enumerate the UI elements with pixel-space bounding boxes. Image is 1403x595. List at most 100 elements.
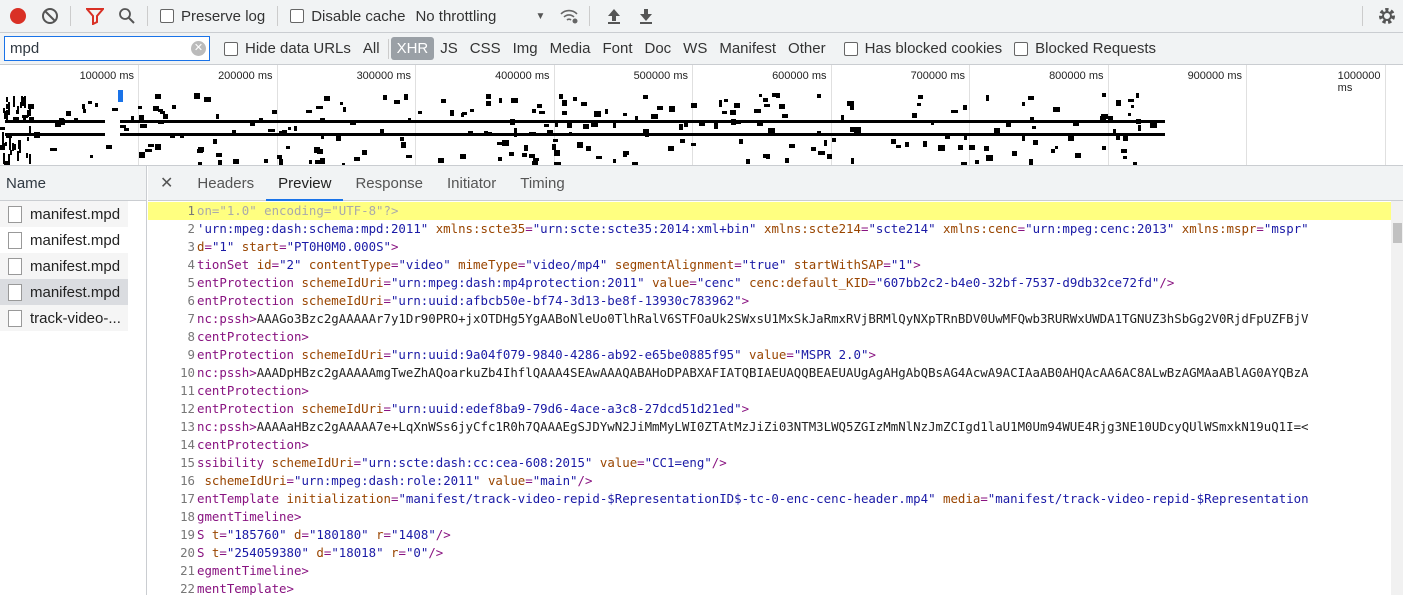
timeline-request-mark bbox=[198, 146, 205, 152]
timeline-request-mark bbox=[294, 126, 298, 131]
timeline-request-mark bbox=[1030, 117, 1035, 121]
timeline-request-mark bbox=[985, 95, 989, 101]
tab-initiator[interactable]: Initiator bbox=[435, 166, 508, 201]
code-token: "1" bbox=[211, 239, 242, 254]
timeline-request-mark bbox=[622, 152, 627, 157]
close-details-icon[interactable]: ✕ bbox=[148, 173, 185, 193]
scrollbar-thumb[interactable] bbox=[1393, 223, 1402, 243]
code-token: = bbox=[689, 275, 697, 290]
code-token: value bbox=[652, 275, 690, 290]
code-token: 'urn:mpeg:dash:schema:mpd:2011" bbox=[197, 221, 436, 236]
line-number: 6 bbox=[187, 293, 195, 308]
timeline-request-mark bbox=[0, 145, 3, 151]
timeline-request-mark bbox=[498, 157, 502, 161]
type-filter-all[interactable]: All bbox=[357, 37, 386, 60]
code-token: gmentTimeline> bbox=[197, 509, 302, 524]
timeline-request-mark bbox=[50, 148, 58, 152]
code-token: centProtection> bbox=[197, 329, 309, 344]
request-row[interactable]: manifest.mpd bbox=[0, 253, 128, 279]
tab-headers[interactable]: Headers bbox=[185, 166, 266, 201]
timeline-request-mark bbox=[137, 106, 142, 110]
line-content: nc:pssh>AAADpHBzc2gAAAAAmgTweZhAQoarkuZb… bbox=[197, 364, 1309, 382]
timeline-tick-label: 700000 ms bbox=[910, 70, 965, 82]
type-filter-ws[interactable]: WS bbox=[677, 37, 713, 60]
code-token: = bbox=[525, 473, 533, 488]
preview-code-viewer[interactable]: 1 on="1.0" encoding="UTF-8"?> 2'urn:mpeg:d… bbox=[148, 202, 1391, 595]
code-token: xmlns:cenc bbox=[943, 221, 1018, 236]
request-row[interactable]: manifest.mpd bbox=[0, 279, 128, 305]
timeline-request-mark bbox=[931, 121, 935, 126]
timeline-request-mark bbox=[3, 153, 6, 164]
clear-filter-icon[interactable]: ✕ bbox=[191, 41, 206, 56]
code-token: = bbox=[883, 257, 891, 272]
timeline-request-mark bbox=[497, 142, 504, 146]
timeline-gridline bbox=[692, 65, 693, 165]
timeline-request-mark bbox=[461, 111, 468, 115]
record-icon[interactable] bbox=[4, 2, 32, 30]
code-token: cenc:default_KID bbox=[749, 275, 869, 290]
code-token: "video" bbox=[398, 257, 459, 272]
code-token: r bbox=[376, 527, 384, 542]
code-line: 15 ssibility schemeIdUri = "urn:scte:dash:c… bbox=[148, 454, 1391, 472]
timeline-tick-label: 900000 ms bbox=[1187, 70, 1242, 82]
settings-gear-icon[interactable] bbox=[1373, 2, 1401, 30]
code-token: AAADpHBzc2gAAAAAmgTweZhAQoarkuZb4IhflQAA… bbox=[256, 365, 1309, 380]
code-token: ssibility bbox=[197, 455, 272, 470]
filter-input[interactable]: mpd ✕ bbox=[4, 36, 210, 61]
type-filter-doc[interactable]: Doc bbox=[638, 37, 677, 60]
timeline-request-mark bbox=[316, 105, 323, 110]
timeline-request-mark bbox=[551, 143, 556, 150]
code-line: 21 egmentTimeline> bbox=[148, 562, 1391, 580]
tab-response[interactable]: Response bbox=[343, 166, 435, 201]
filter-icon[interactable] bbox=[81, 2, 109, 30]
type-filter-img[interactable]: Img bbox=[507, 37, 544, 60]
type-filter-font[interactable]: Font bbox=[596, 37, 638, 60]
timeline-request-mark bbox=[818, 151, 826, 155]
timeline-request-mark bbox=[14, 143, 17, 150]
timeline-request-mark bbox=[532, 109, 537, 114]
type-filter-css[interactable]: CSS bbox=[464, 37, 507, 60]
network-overview-timeline[interactable]: 100000 ms 200000 ms 300000 ms 400000 ms 5000… bbox=[0, 65, 1403, 166]
type-filter-other[interactable]: Other bbox=[782, 37, 832, 60]
throttling-select[interactable]: No throttling ▼ bbox=[415, 8, 545, 25]
type-filter-js[interactable]: JS bbox=[434, 37, 464, 60]
timeline-request-mark bbox=[1100, 116, 1106, 121]
timeline-request-mark bbox=[29, 106, 32, 116]
type-filter-xhr[interactable]: XHR bbox=[390, 37, 435, 60]
timeline-request-mark bbox=[112, 107, 119, 112]
clear-icon[interactable] bbox=[36, 2, 64, 30]
timeline-request-mark bbox=[339, 101, 344, 106]
timeline-request-mark bbox=[594, 111, 601, 117]
timeline-request-mark bbox=[817, 94, 821, 98]
request-row[interactable]: manifest.mpd bbox=[0, 201, 128, 227]
has-blocked-cookies-checkbox[interactable]: Has blocked cookies bbox=[843, 40, 1002, 57]
export-har-icon[interactable] bbox=[632, 2, 660, 30]
preserve-log-checkbox[interactable]: Preserve log bbox=[160, 8, 265, 25]
timeline-gridline bbox=[276, 65, 278, 165]
search-icon[interactable] bbox=[113, 2, 141, 30]
code-token: "urn:scte:dash:cc:cea-608:2015" bbox=[361, 455, 600, 470]
code-line: 10 nc:pssh>AAADpHBzc2gAAAAAmgTweZhAQoarku… bbox=[148, 364, 1391, 382]
name-column-header[interactable]: Name bbox=[0, 166, 146, 201]
request-row[interactable]: manifest.mpd bbox=[0, 227, 128, 253]
timeline-request-mark bbox=[776, 93, 781, 99]
tab-timing[interactable]: Timing bbox=[508, 166, 576, 201]
timeline-tick-label: 300000 ms bbox=[356, 70, 411, 82]
vertical-scrollbar[interactable] bbox=[1391, 201, 1403, 595]
disable-cache-checkbox[interactable]: Disable cache bbox=[290, 8, 405, 25]
blocked-requests-checkbox[interactable]: Blocked Requests bbox=[1014, 40, 1156, 57]
code-line: 5 entProtection schemeIdUri="urn:mpeg:das… bbox=[148, 274, 1391, 292]
code-token: "1" bbox=[890, 257, 914, 272]
request-name: track-video-... bbox=[30, 309, 121, 327]
type-filter-manifest[interactable]: Manifest bbox=[713, 37, 782, 60]
line-content: d="1" start="PT0H0M0.000S"> bbox=[197, 238, 398, 256]
request-row[interactable]: track-video-... bbox=[0, 305, 128, 331]
import-har-icon[interactable] bbox=[600, 2, 628, 30]
network-conditions-icon[interactable] bbox=[555, 2, 583, 30]
line-content: S t="185760" d="180180" r="1408"/> bbox=[197, 526, 451, 544]
timeline-request-mark bbox=[139, 114, 144, 121]
timeline-request-mark bbox=[157, 119, 164, 124]
type-filter-media[interactable]: Media bbox=[544, 37, 597, 60]
hide-data-urls-checkbox[interactable]: Hide data URLs bbox=[224, 40, 351, 57]
tab-preview[interactable]: Preview bbox=[266, 166, 344, 201]
